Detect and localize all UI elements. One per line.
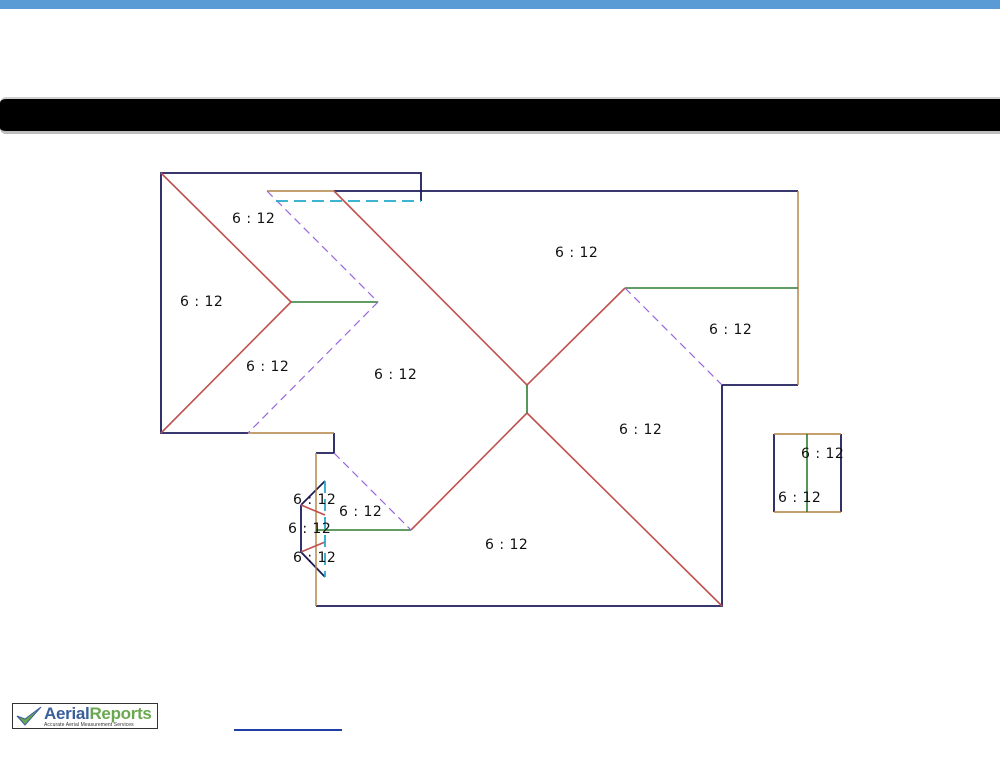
- pitch-label: 6 : 12: [246, 359, 289, 375]
- valley-line: [266, 190, 379, 303]
- eave-line: [316, 384, 798, 607]
- pitch-label: 6 : 12: [293, 550, 336, 566]
- pitch-label: 6 : 12: [709, 322, 752, 338]
- logo-name-part1: Aerial: [44, 703, 90, 723]
- hip-line: [160, 172, 292, 303]
- eave-line: [300, 505, 326, 578]
- footer-link-underline[interactable]: [234, 729, 342, 731]
- pitch-labels: 6 : 12 6 : 12 6 : 12 6 : 12 6 : 12 6 : 1…: [180, 211, 844, 566]
- pitch-label: 6 : 12: [374, 367, 417, 383]
- hip-line: [410, 412, 528, 531]
- pitch-label: 6 : 12: [778, 490, 821, 506]
- pitch-label: 6 : 12: [288, 521, 331, 537]
- rake-lines: [248, 190, 841, 606]
- pitch-label: 6 : 12: [485, 537, 528, 553]
- pitch-label: 6 : 12: [293, 492, 336, 508]
- logo-name: AerialReports: [44, 705, 152, 722]
- pitch-label: 6 : 12: [339, 504, 382, 520]
- hip-line: [333, 190, 528, 386]
- roof-diagram: 6 : 12 6 : 12 6 : 12 6 : 12 6 : 12 6 : 1…: [160, 172, 844, 607]
- checkmark-icon: [16, 706, 42, 726]
- logo-tagline: Accurate Aerial Measurement Services: [44, 721, 134, 728]
- pitch-label: 6 : 12: [180, 294, 223, 310]
- eave-line: [316, 433, 335, 454]
- pitch-label: 6 : 12: [232, 211, 275, 227]
- logo-name-part2: Reports: [89, 703, 152, 723]
- logo-text: AerialReports Accurate Aerial Measuremen…: [44, 705, 152, 728]
- pitch-label: 6 : 12: [801, 446, 844, 462]
- hip-line: [526, 287, 626, 386]
- pitch-label: 6 : 12: [619, 422, 662, 438]
- hip-lines: [160, 172, 723, 607]
- aerialreports-logo: AerialReports Accurate Aerial Measuremen…: [12, 703, 158, 729]
- pitch-label: 6 : 12: [555, 245, 598, 261]
- valley-line: [624, 287, 723, 386]
- valley-lines: [247, 190, 723, 531]
- hip-line: [526, 412, 723, 607]
